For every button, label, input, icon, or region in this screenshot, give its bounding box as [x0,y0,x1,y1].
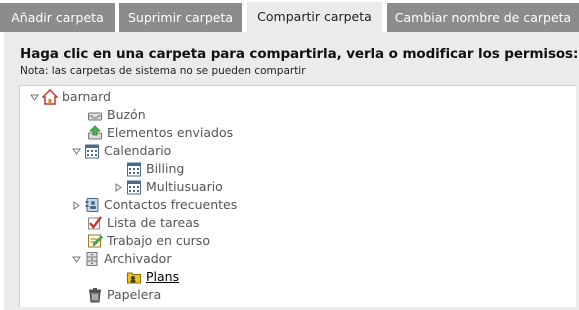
tree-node-inbox[interactable]: Buzón [87,106,146,124]
tree-node-label[interactable]: Plans [146,268,179,286]
panel-heading: Haga clic en una carpeta para compartirl… [20,46,579,62]
share-panel: Haga clic en una carpeta para compartirl… [4,32,579,310]
tab-add-folder[interactable]: Añadir carpeta [0,3,115,32]
tree-node-multiuser[interactable]: Multiusuario [114,178,223,196]
inbox-icon [87,107,103,123]
checkmark-icon [87,215,103,231]
tab-rename-folder[interactable]: Cambiar nombre de carpeta [387,3,579,32]
tree-node-trash[interactable]: Papelera [87,286,161,304]
tree-node-calendar[interactable]: Calendario [72,142,171,160]
tree-node-frequent-contacts[interactable]: Contactos frecuentes [72,196,237,214]
tab-share-folder[interactable]: Compartir carpeta [247,2,382,32]
shared-folder-icon [126,269,142,285]
collapse-toggle-icon[interactable] [114,182,123,192]
tree-node-label: Calendario [104,143,172,158]
edit-note-icon [87,233,103,249]
tab-delete-folder[interactable]: Suprimir carpeta [119,3,242,32]
cabinet-icon [84,251,100,267]
tab-bar: Añadir carpeta Suprimir carpeta Comparti… [0,0,579,32]
expand-toggle-icon[interactable] [72,255,81,264]
tree-node-label: Buzón [107,107,146,122]
folder-tree: barnard Buzón Elementos enviados Calenda… [19,85,576,307]
home-icon [41,88,59,105]
tree-node-sent-items[interactable]: Elementos enviados [87,124,233,142]
expand-toggle-icon[interactable] [30,93,39,102]
trash-icon [87,287,103,303]
tree-node-label: Billing [146,161,185,176]
tree-node-task-list[interactable]: Lista de tareas [87,214,199,232]
expand-toggle-icon[interactable] [72,147,81,156]
panel-note: Nota: las carpetas de sistema no se pued… [20,65,306,77]
tree-node-label: Contactos frecuentes [104,197,238,212]
tree-node-root[interactable]: barnard [30,88,111,106]
tree-node-cabinet[interactable]: Archivador [72,250,171,268]
tree-node-work-in-progress[interactable]: Trabajo en curso [87,232,210,250]
tree-node-label: Archivador [104,251,172,266]
calendar-icon [84,143,100,159]
tree-node-label: Trabajo en curso [107,233,210,248]
tree-node-label: Elementos enviados [107,125,234,140]
tree-node-billing[interactable]: Billing [126,160,184,178]
tree-node-label: Multiusuario [146,179,223,194]
tree-node-label: barnard [62,89,111,104]
tree-node-plans[interactable]: Plans [126,268,179,286]
collapse-toggle-icon[interactable] [72,200,81,210]
calendar-icon [126,179,142,195]
tree-node-label: Papelera [107,287,162,302]
calendar-icon [126,161,142,177]
tree-node-label: Lista de tareas [107,215,200,230]
sent-items-icon [87,125,103,141]
address-book-icon [84,197,100,213]
